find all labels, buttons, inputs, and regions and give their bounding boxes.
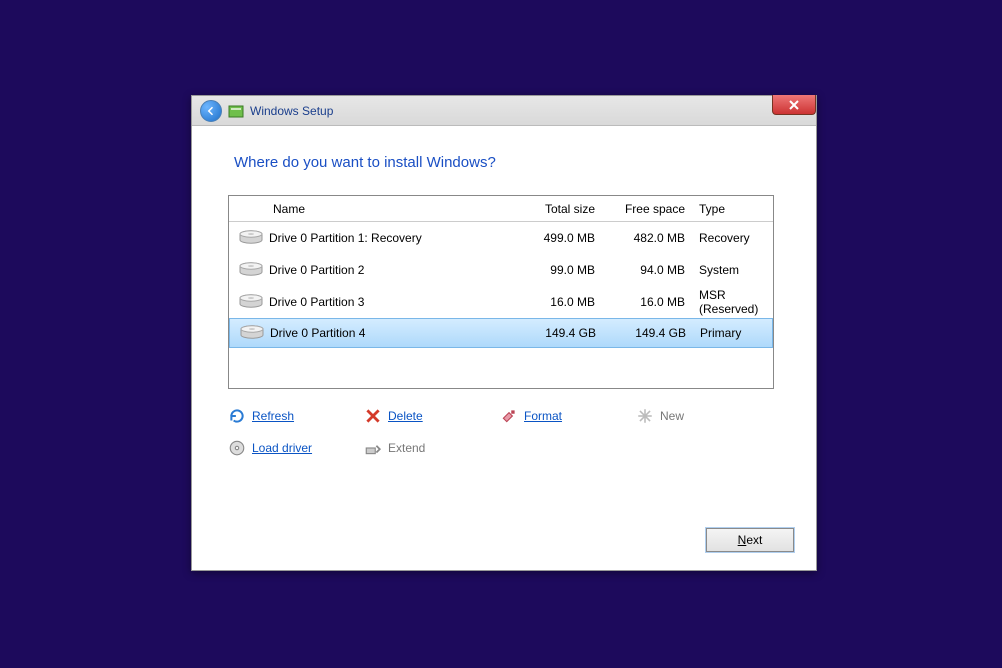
delete-label: Delete [388,409,423,423]
partition-name: Drive 0 Partition 2 [269,263,513,277]
partition-total: 99.0 MB [513,263,603,277]
refresh-label: Refresh [252,409,294,423]
extend-action: Extend [364,435,500,461]
delete-action[interactable]: Delete [364,403,500,429]
actions-row: Refresh Delete Format New Load driver Ex… [228,403,774,467]
table-row[interactable]: Drive 0 Partition 316.0 MB16.0 MBMSR (Re… [229,286,773,318]
disk-icon [233,293,269,311]
format-label: Format [524,409,562,423]
table-row[interactable]: Drive 0 Partition 4149.4 GB149.4 GBPrima… [229,318,773,348]
partition-table: Name Total size Free space Type Drive 0 … [228,195,774,389]
partition-free: 149.4 GB [604,326,694,340]
partition-name: Drive 0 Partition 3 [269,295,513,309]
refresh-icon [228,407,246,425]
new-label: New [660,409,684,423]
partition-free: 16.0 MB [603,295,693,309]
table-row[interactable]: Drive 0 Partition 299.0 MB94.0 MBSystem [229,254,773,286]
disk-icon [233,261,269,279]
window-title: Windows Setup [250,104,333,118]
disk-icon [233,229,269,247]
table-row[interactable]: Drive 0 Partition 1: Recovery499.0 MB482… [229,222,773,254]
partition-type: MSR (Reserved) [693,288,773,316]
partition-type: Recovery [693,231,773,245]
load-driver-action[interactable]: Load driver [228,435,364,461]
format-action[interactable]: Format [500,403,636,429]
disk-icon [234,324,270,342]
format-icon [500,407,518,425]
partition-type: System [693,263,773,277]
delete-icon [364,407,382,425]
new-icon [636,407,654,425]
titlebar: Windows Setup [192,96,816,126]
col-type: Type [693,202,773,216]
col-name: Name [273,202,513,216]
partition-total: 499.0 MB [513,231,603,245]
back-button[interactable] [200,100,222,122]
partition-free: 94.0 MB [603,263,693,277]
close-icon [788,99,800,111]
col-free: Free space [603,202,693,216]
close-button[interactable] [772,95,816,115]
partition-free: 482.0 MB [603,231,693,245]
col-total: Total size [513,202,603,216]
new-action: New [636,403,772,429]
partition-total: 149.4 GB [514,326,604,340]
disc-icon [228,439,246,457]
extend-label: Extend [388,441,425,455]
extend-icon [364,439,382,457]
load-driver-label: Load driver [252,441,312,455]
back-arrow-icon [205,105,217,117]
setup-window: Windows Setup Where do you want to insta… [191,95,817,571]
content-area: Where do you want to install Windows? Na… [192,126,816,467]
next-button[interactable]: Next [706,528,794,552]
partition-type: Primary [694,326,772,340]
table-header: Name Total size Free space Type [229,196,773,222]
app-icon [228,103,244,119]
page-heading: Where do you want to install Windows? [234,154,780,171]
refresh-action[interactable]: Refresh [228,403,364,429]
next-label: Next [738,533,763,547]
partition-name: Drive 0 Partition 1: Recovery [269,231,513,245]
partition-name: Drive 0 Partition 4 [270,326,514,340]
partition-total: 16.0 MB [513,295,603,309]
